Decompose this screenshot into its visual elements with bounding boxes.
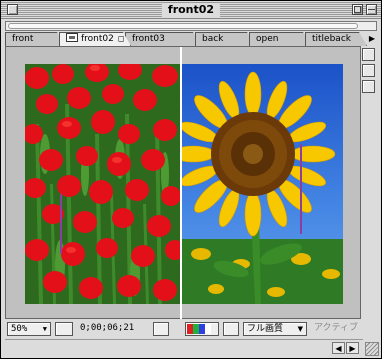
bottom-toolbar: 50% ▼ 0;00;06;21 フル画質 ▼ アクティブ — [5, 321, 377, 338]
view-mode-label[interactable]: アクティブ — [311, 322, 375, 336]
tab-back[interactable]: back — [195, 32, 255, 46]
chevron-down-icon: ▼ — [297, 325, 303, 333]
title-bar[interactable]: front02 — [1, 1, 381, 19]
tab-label: front02 — [81, 34, 114, 44]
tab-titleback[interactable]: titleback — [305, 32, 367, 46]
scroll-left-icon[interactable]: ◀ — [332, 342, 345, 354]
channel-swatches — [186, 323, 218, 335]
time-navigator-handle[interactable] — [8, 23, 358, 29]
person-icon[interactable] — [171, 322, 183, 336]
tab-front03[interactable]: front03 — [125, 32, 201, 46]
flowchart-icon[interactable] — [362, 48, 375, 61]
scroll-right-icon[interactable]: ▶ — [346, 342, 359, 354]
collapse-box[interactable] — [366, 4, 377, 15]
composition-icon — [66, 33, 78, 42]
tab-label: titleback — [312, 34, 351, 44]
grid-options-icon[interactable] — [362, 80, 375, 93]
tab-menu-icon[interactable]: ◻ — [118, 33, 125, 45]
rgb-channel-icon[interactable] — [185, 322, 219, 336]
zoom-box[interactable] — [352, 4, 363, 15]
split-guide-bottom — [180, 304, 182, 319]
composition-frame[interactable] — [25, 64, 343, 304]
tab-front02[interactable]: front02 ◻ — [59, 32, 131, 46]
timecode-display[interactable]: 0;00;06;21 — [77, 322, 147, 336]
resize-handle-icon[interactable] — [365, 342, 379, 356]
camera-icon[interactable] — [153, 322, 169, 336]
white-swatch — [205, 324, 211, 334]
close-box[interactable] — [7, 4, 18, 15]
tab-open[interactable]: open — [249, 32, 311, 46]
region-icon[interactable] — [55, 322, 73, 336]
time-navigator[interactable] — [5, 21, 377, 31]
resolution-dropdown[interactable]: フル画質 ▼ — [243, 322, 307, 336]
grid-icon[interactable] — [223, 322, 239, 336]
tab-label: back — [202, 34, 224, 44]
split-divider[interactable] — [180, 64, 182, 304]
timecode-value: 0;00;06;21 — [80, 323, 135, 333]
horizontal-scrollbar[interactable]: ◀ ▶ — [5, 339, 363, 355]
composition-viewer[interactable] — [5, 46, 361, 319]
zoom-value: 50% — [11, 324, 28, 334]
tulips-image — [25, 64, 181, 304]
sunflower-image — [181, 64, 343, 304]
composition-tabs: front front02 ◻ front03 back open titleba… — [5, 32, 377, 46]
panel-menu-icon[interactable] — [362, 64, 375, 77]
tab-label: front — [12, 34, 34, 44]
tab-front[interactable]: front — [5, 32, 65, 46]
zoom-dropdown[interactable]: 50% ▼ — [7, 322, 51, 336]
tab-label: front03 — [132, 34, 165, 44]
window-title: front02 — [161, 3, 221, 17]
split-guide-top — [180, 47, 182, 64]
chevron-down-icon: ▼ — [42, 325, 47, 333]
tab-scroll-right-icon[interactable]: ▶ — [367, 32, 377, 46]
composition-window: front02 front front02 ◻ front03 back open… — [0, 0, 382, 359]
side-panel — [361, 46, 377, 319]
tab-label: open — [256, 34, 279, 44]
resolution-value: フル画質 — [247, 324, 284, 334]
